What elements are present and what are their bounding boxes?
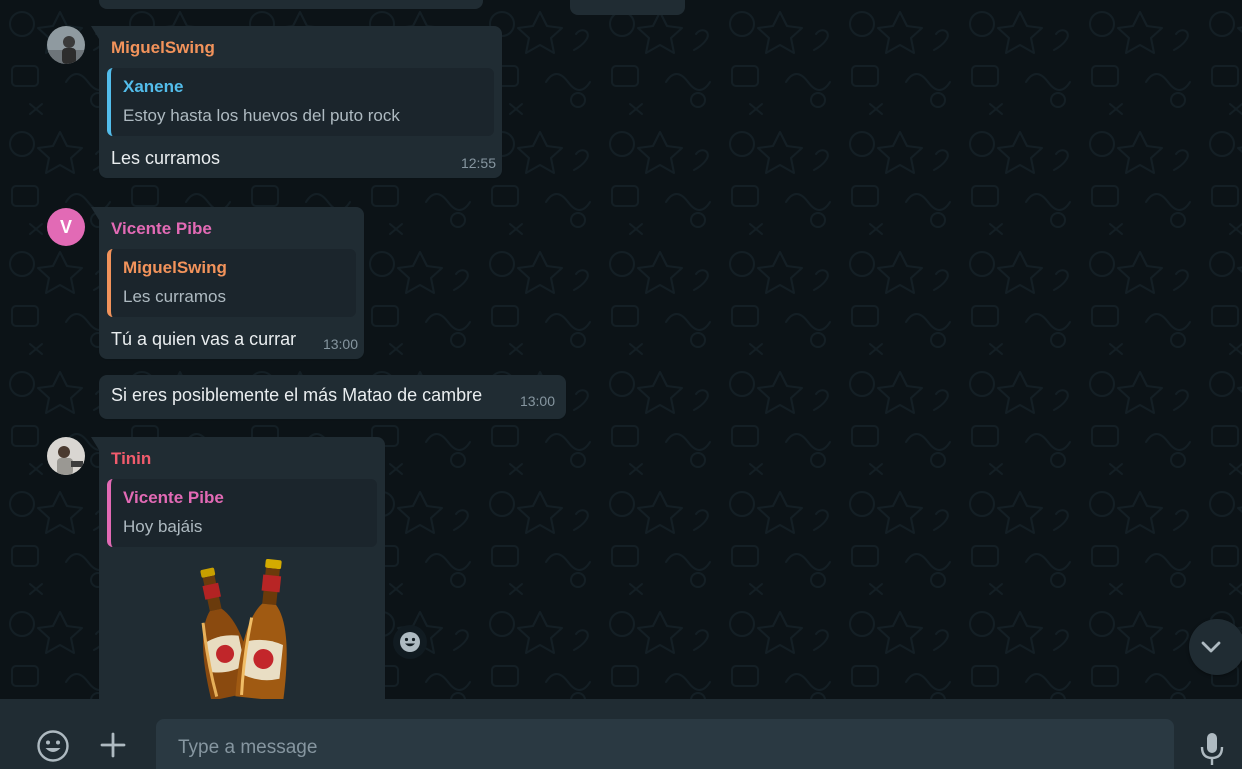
message-bubble[interactable]: Tinin Vicente Pibe Hoy bajáis (99, 437, 385, 699)
plus-icon (100, 732, 126, 758)
quote-text: Les curramos (123, 287, 226, 306)
quoted-message[interactable]: Vicente Pibe Hoy bajáis (107, 479, 377, 547)
message-text: Si eres posiblemente el más Matao de cam… (111, 385, 483, 405)
quote-text: Hoy bajáis (123, 517, 203, 536)
sender-name[interactable]: Tinin (111, 448, 377, 470)
emoji-icon (37, 730, 69, 762)
quote-text: Estoy hasta los huevos del puto rock (123, 106, 400, 125)
message-composer (0, 699, 1242, 769)
message-bubble[interactable]: Si eres posiblemente el más Matao de cam… (99, 375, 566, 419)
message-time: 13:00 (519, 393, 555, 409)
message-text: Les curramos (111, 148, 221, 168)
beer-bottles-sticker[interactable] (169, 559, 309, 699)
microphone-icon (1200, 733, 1224, 765)
message-time: 12:55 (460, 155, 496, 171)
message-text: Tú a quien vas a currar (111, 329, 297, 349)
previous-message-bubble-right (570, 0, 685, 15)
react-button[interactable] (393, 625, 427, 659)
message-bubble[interactable]: MiguelSwing Xanene Estoy hasta los huevo… (99, 26, 502, 178)
smiley-icon (400, 632, 420, 652)
attach-button[interactable] (95, 727, 131, 763)
avatar[interactable]: V (47, 208, 85, 246)
message-text-row: Si eres posiblemente el más Matao de cam… (111, 383, 555, 409)
message-input[interactable] (178, 733, 1078, 763)
message-input-box[interactable] (156, 719, 1174, 769)
avatar-letter: V (59, 216, 72, 237)
emoji-button[interactable] (32, 725, 74, 767)
chevron-down-icon (1201, 641, 1221, 653)
message-time: 13:00 (322, 336, 358, 352)
avatar[interactable] (47, 437, 85, 475)
scroll-to-bottom-button[interactable] (1189, 619, 1242, 675)
quote-author: Xanene (123, 77, 184, 96)
sender-name[interactable]: Vicente Pibe (111, 218, 356, 240)
quoted-message[interactable]: Xanene Estoy hasta los huevos del puto r… (107, 68, 494, 136)
message-bubble[interactable]: Vicente Pibe MiguelSwing Les curramos Tú… (99, 207, 364, 359)
avatar-photo-tinin (47, 437, 85, 475)
message-text-row: Tú a quien vas a currar 13:00 (111, 327, 358, 352)
quote-author: MiguelSwing (123, 258, 227, 277)
chat-area[interactable]: MiguelSwing Xanene Estoy hasta los huevo… (0, 0, 1242, 699)
quoted-message[interactable]: MiguelSwing Les curramos (107, 249, 356, 317)
voice-message-button[interactable] (1196, 729, 1228, 769)
previous-message-bubble (99, 0, 483, 9)
avatar[interactable] (47, 26, 85, 64)
avatar-photo-miguel (47, 26, 85, 64)
sender-name[interactable]: MiguelSwing (111, 37, 494, 59)
message-text-row: Les curramos 12:55 (111, 146, 496, 171)
quote-author: Vicente Pibe (123, 488, 224, 507)
